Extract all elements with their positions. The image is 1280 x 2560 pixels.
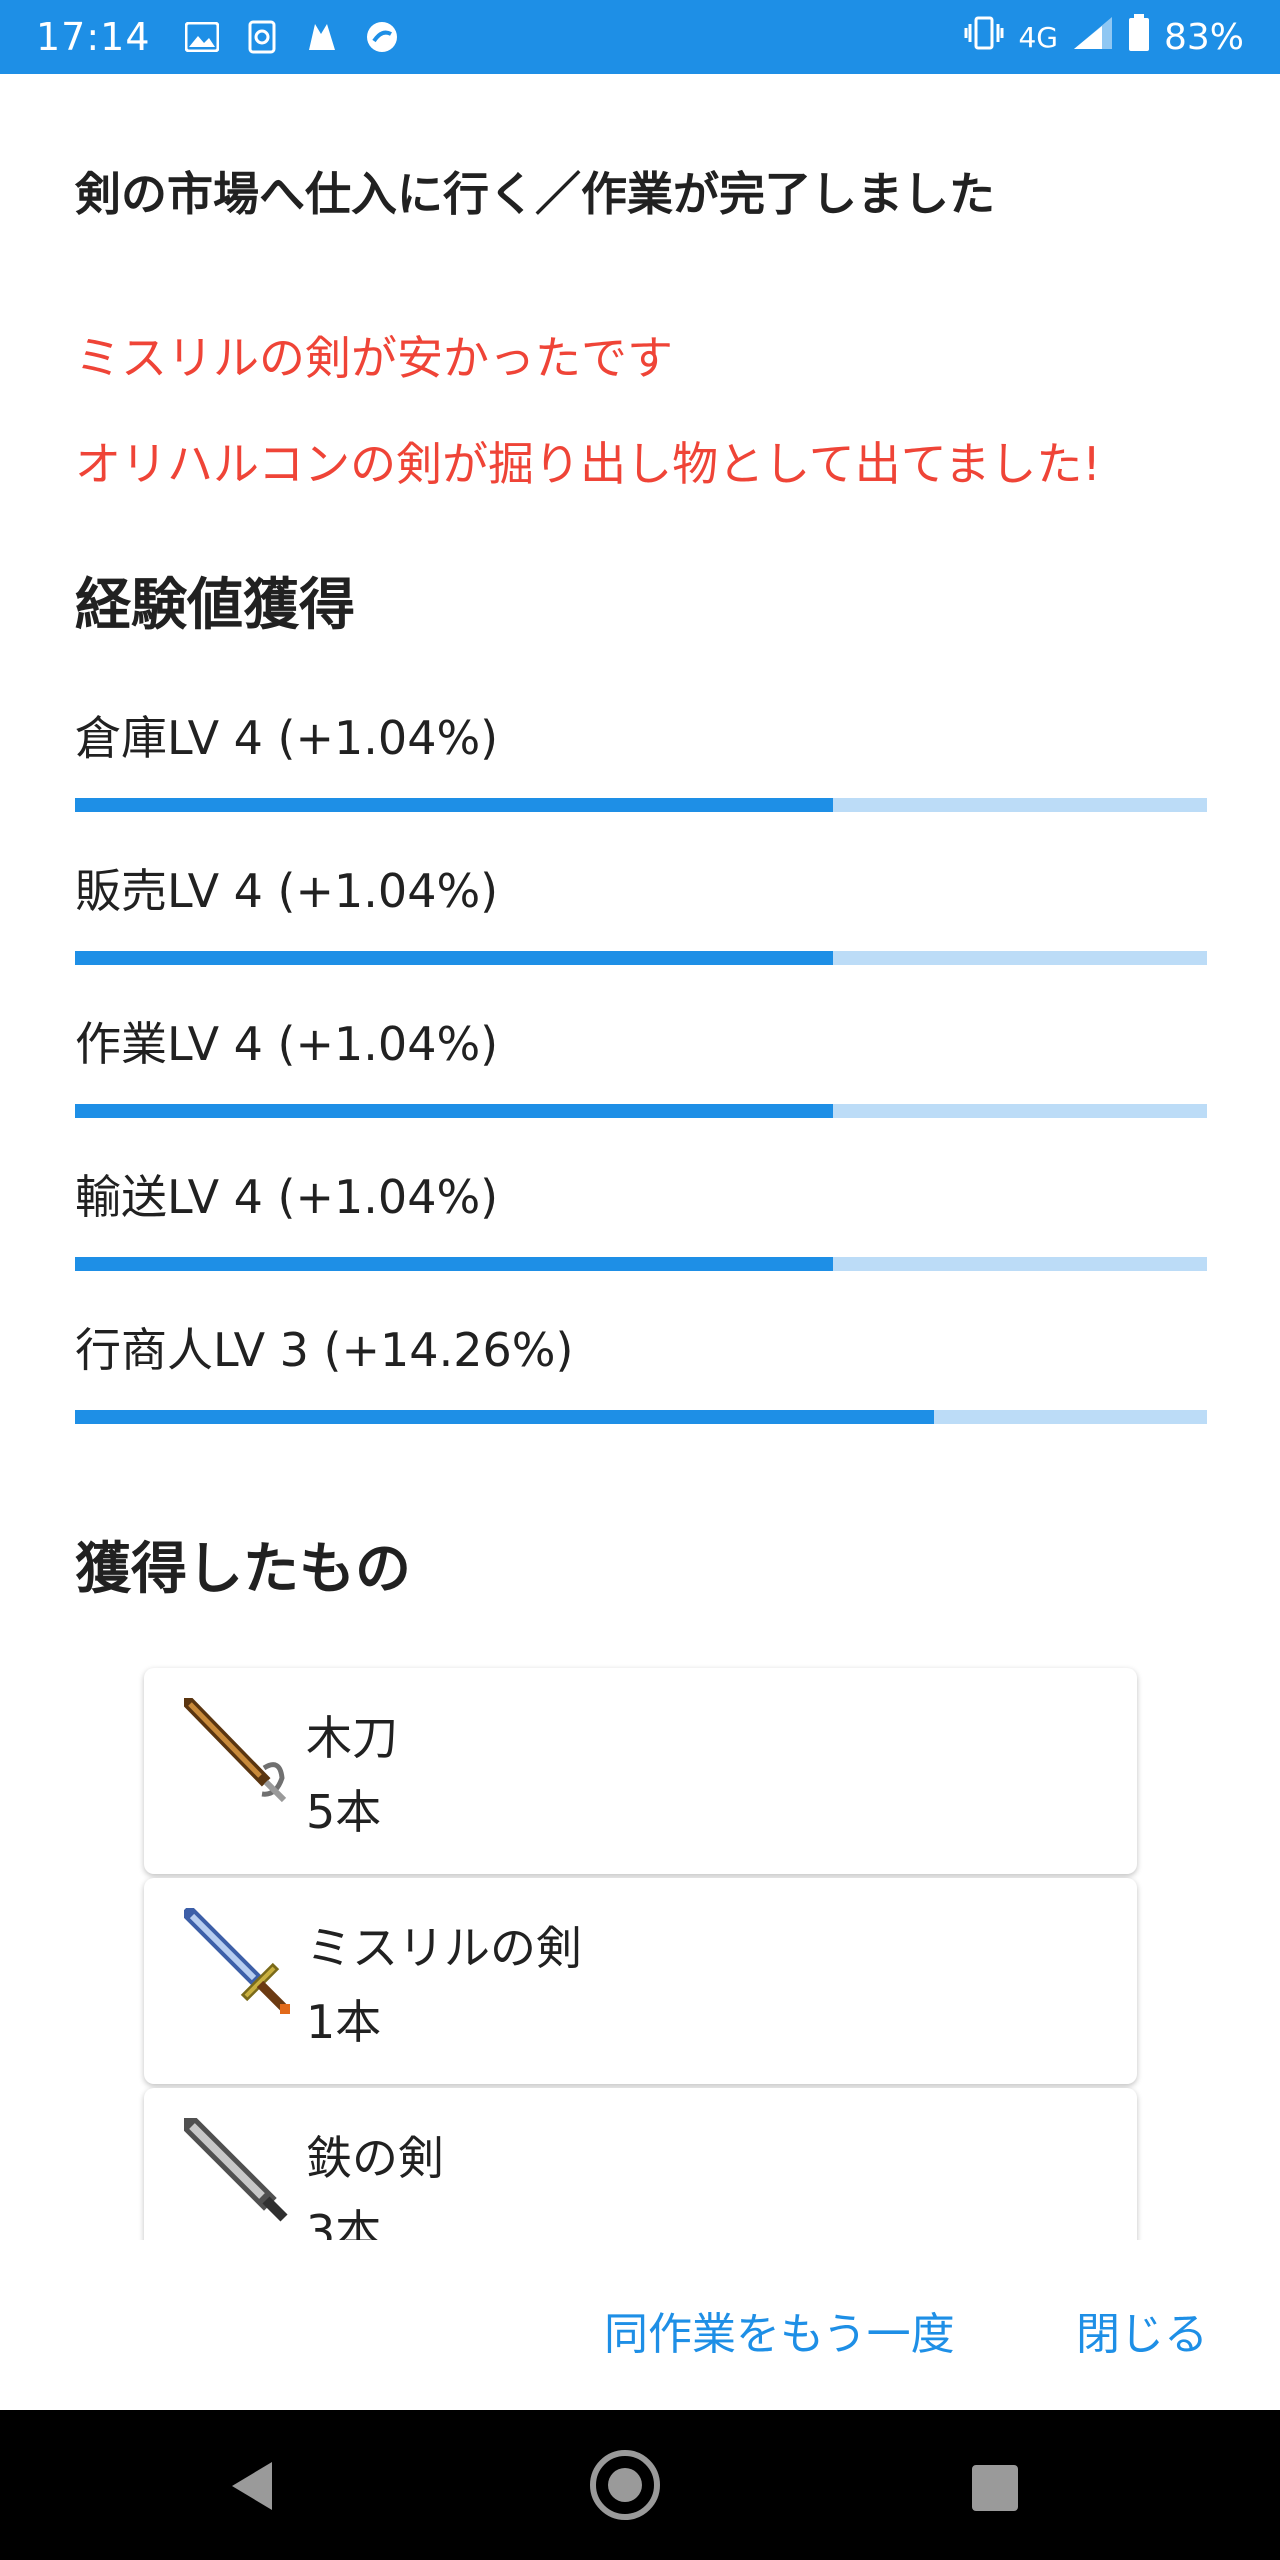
event-message: オリハルコンの剣が掘り出し物として出てました!: [75, 437, 1101, 491]
item-name: 木刀: [306, 1711, 398, 1765]
notification-icons: [184, 20, 399, 54]
dialog-actions: 同作業をもう一度 閉じる: [0, 2240, 1280, 2410]
exp-row: 行商人LV 3 (+14.26%): [75, 1314, 1207, 1464]
sync-icon: [365, 20, 399, 54]
wooden-sword-icon: [179, 1693, 294, 1808]
exp-row: 倉庫LV 4 (+1.04%): [75, 702, 1207, 852]
event-message: ミスリルの剣が安かったです: [75, 331, 673, 385]
exp-progress-fill: [75, 798, 834, 812]
recent-apps-icon[interactable]: [972, 2465, 1018, 2511]
exp-progress-fill: [75, 1410, 935, 1424]
signal-icon: [1072, 15, 1114, 60]
exp-label: 輸送LV 4 (+1.04%): [75, 1170, 499, 1224]
status-time: 17:14: [36, 15, 151, 59]
exp-progress-bar: [75, 1257, 1207, 1271]
dialog-title: 剣の市場へ仕入に行く／作業が完了しました: [75, 167, 995, 221]
exp-row: 販売LV 4 (+1.04%): [75, 855, 1207, 1005]
exp-label: 倉庫LV 4 (+1.04%): [75, 711, 499, 765]
items-section-title: 獲得したもの: [75, 1537, 411, 1602]
battery-icon: [1128, 13, 1150, 61]
close-button[interactable]: 閉じる: [1076, 2298, 1208, 2362]
exp-progress-bar: [75, 1410, 1207, 1424]
exp-section-title: 経験値獲得: [75, 573, 355, 638]
item-card[interactable]: 鉄の剣 3本: [144, 2088, 1137, 2240]
network-type: 4G: [1018, 20, 1058, 54]
back-icon[interactable]: [232, 2462, 272, 2510]
home-icon[interactable]: [590, 2450, 660, 2520]
mithril-sword-icon: [180, 1904, 294, 2018]
image-icon: [184, 20, 219, 54]
app-icon: [245, 20, 279, 54]
exp-row: 作業LV 4 (+1.04%): [75, 1008, 1207, 1158]
exp-progress-fill: [75, 1257, 834, 1271]
exp-progress-fill: [75, 1104, 834, 1118]
exp-row: 輸送LV 4 (+1.04%): [75, 1161, 1207, 1311]
status-right: 4G 83%: [964, 13, 1244, 61]
repeat-task-button[interactable]: 同作業をもう一度: [604, 2298, 955, 2362]
result-dialog: 剣の市場へ仕入に行く／作業が完了しました ミスリルの剣が安かったです オリハルコ…: [0, 74, 1280, 2240]
exp-label: 行商人LV 3 (+14.26%): [75, 1323, 574, 1377]
battery-level: 83%: [1163, 16, 1244, 58]
exp-progress-bar: [75, 951, 1207, 965]
item-card[interactable]: 木刀 5本: [144, 1668, 1137, 1874]
item-name: ミスリルの剣: [306, 1921, 582, 1975]
game-icon: [305, 20, 339, 54]
item-count: 3本: [306, 2205, 382, 2240]
item-card[interactable]: ミスリルの剣 1本: [144, 1878, 1137, 2084]
navigation-bar: [0, 2410, 1280, 2560]
item-count: 1本: [306, 1995, 382, 2049]
item-count: 5本: [306, 1785, 382, 1839]
exp-label: 販売LV 4 (+1.04%): [75, 864, 499, 918]
exp-progress-bar: [75, 798, 1207, 812]
exp-progress-bar: [75, 1104, 1207, 1118]
vibrate-icon: [964, 16, 1004, 59]
iron-sword-icon: [177, 2111, 294, 2228]
exp-progress-fill: [75, 951, 834, 965]
exp-label: 作業LV 4 (+1.04%): [75, 1017, 499, 1071]
status-bar: 17:14 4G 83%: [0, 0, 1280, 74]
item-name: 鉄の剣: [306, 2131, 444, 2185]
